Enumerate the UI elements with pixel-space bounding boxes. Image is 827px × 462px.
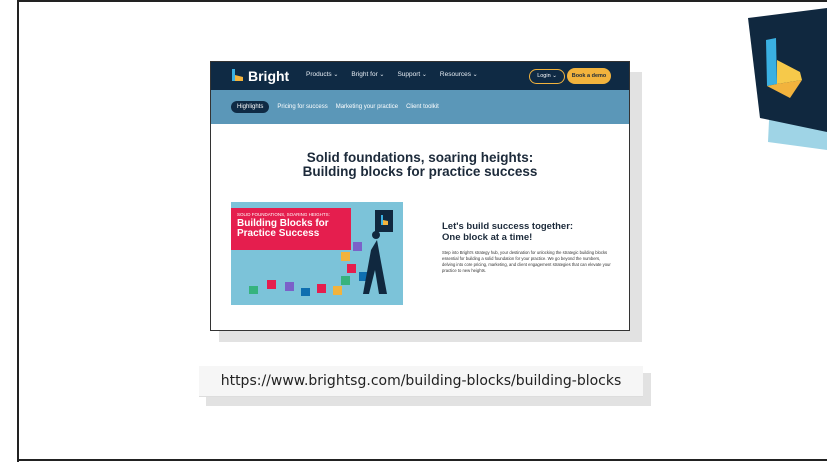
subnav-client-toolkit[interactable]: Client toolkit [406,104,439,110]
site-logo[interactable]: Bright [231,68,289,84]
subnav-highlights[interactable]: Highlights [231,101,270,113]
site-headline: Solid foundations, soaring heights: Buil… [211,151,629,179]
nav-bright-for[interactable]: Bright for [351,71,384,78]
book-demo-button[interactable]: Book a demo [567,68,611,84]
tagline-line-1: Let's build success together: [442,221,574,232]
site-body-copy: Step into Bright's strategy hub, your de… [442,250,611,273]
bright-corner-logo-icon [748,8,827,150]
login-label: Login [537,73,551,79]
bright-logo-icon [232,69,243,81]
site-navbar: Bright Products Bright for Support Resou… [211,62,629,90]
login-button[interactable]: Login ⌄ [529,69,565,84]
nav-products[interactable]: Products [306,71,338,78]
page-url[interactable]: https://www.brightsg.com/building-blocks… [199,366,643,397]
chevron-down-icon: ⌄ [552,73,557,79]
site-nav-links: Products Bright for Support Resources [306,71,478,78]
site-tagline: Let's build success together: One block … [442,221,612,243]
site-brand-name: Bright [248,68,290,84]
slide-border-left [17,0,19,462]
nav-resources[interactable]: Resources [440,71,478,78]
tagline-line-2: One block at a time! [442,231,533,243]
slide-border-bottom [17,459,827,461]
slide: Bright Products Bright for Support Resou… [0,0,827,462]
subnav-pricing[interactable]: Pricing for success [277,104,327,110]
blocks-illustration [249,231,387,296]
headline-line-1: Solid foundations, soaring heights: [306,150,534,165]
slide-border-top [17,0,827,2]
nav-support[interactable]: Support [397,71,426,78]
building-blocks-banner: SOLID FOUNDATIONS, SOARING HEIGHTS: Buil… [231,202,403,305]
headline-line-2: Building blocks for practice success [302,164,538,179]
subnav-marketing[interactable]: Marketing your practice [336,104,398,110]
site-subnav: Highlights Pricing for success Marketing… [211,90,629,124]
website-screenshot: Bright Products Bright for Support Resou… [210,61,630,331]
